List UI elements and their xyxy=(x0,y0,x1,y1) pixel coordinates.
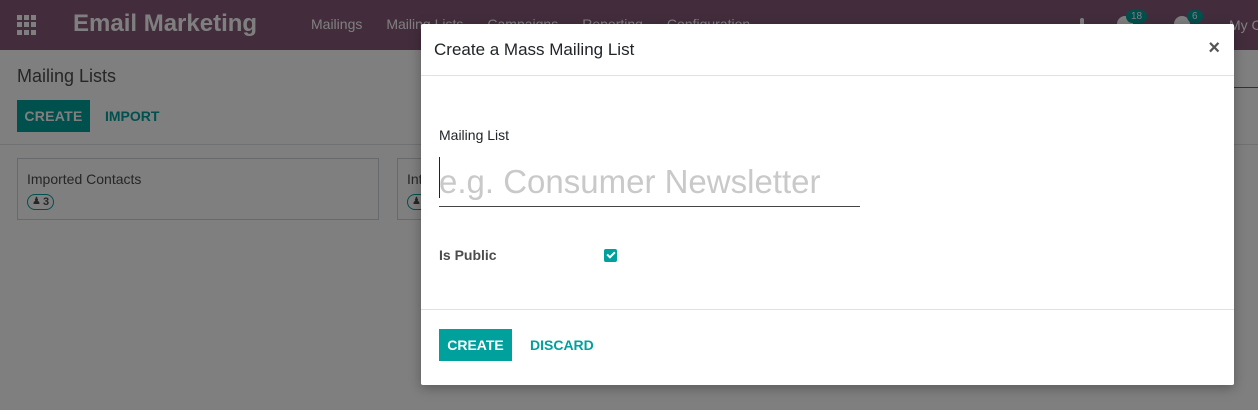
create-button[interactable]: CREATE xyxy=(439,329,512,361)
modal-footer: CREATE DISCARD xyxy=(421,309,1234,385)
is-public-label: Is Public xyxy=(439,247,497,263)
modal-title: Create a Mass Mailing List xyxy=(434,40,635,59)
mailing-list-label: Mailing List xyxy=(439,127,510,143)
mailing-list-name-input[interactable] xyxy=(439,157,860,207)
check-icon xyxy=(605,249,616,259)
close-icon[interactable]: × xyxy=(1208,37,1220,60)
create-mailing-list-dialog: Create a Mass Mailing List × Mailing Lis… xyxy=(421,24,1234,385)
modal-header: Create a Mass Mailing List × xyxy=(421,24,1234,76)
text-cursor xyxy=(439,157,440,198)
is-public-checkbox[interactable] xyxy=(604,249,617,262)
discard-button[interactable]: DISCARD xyxy=(530,329,594,361)
